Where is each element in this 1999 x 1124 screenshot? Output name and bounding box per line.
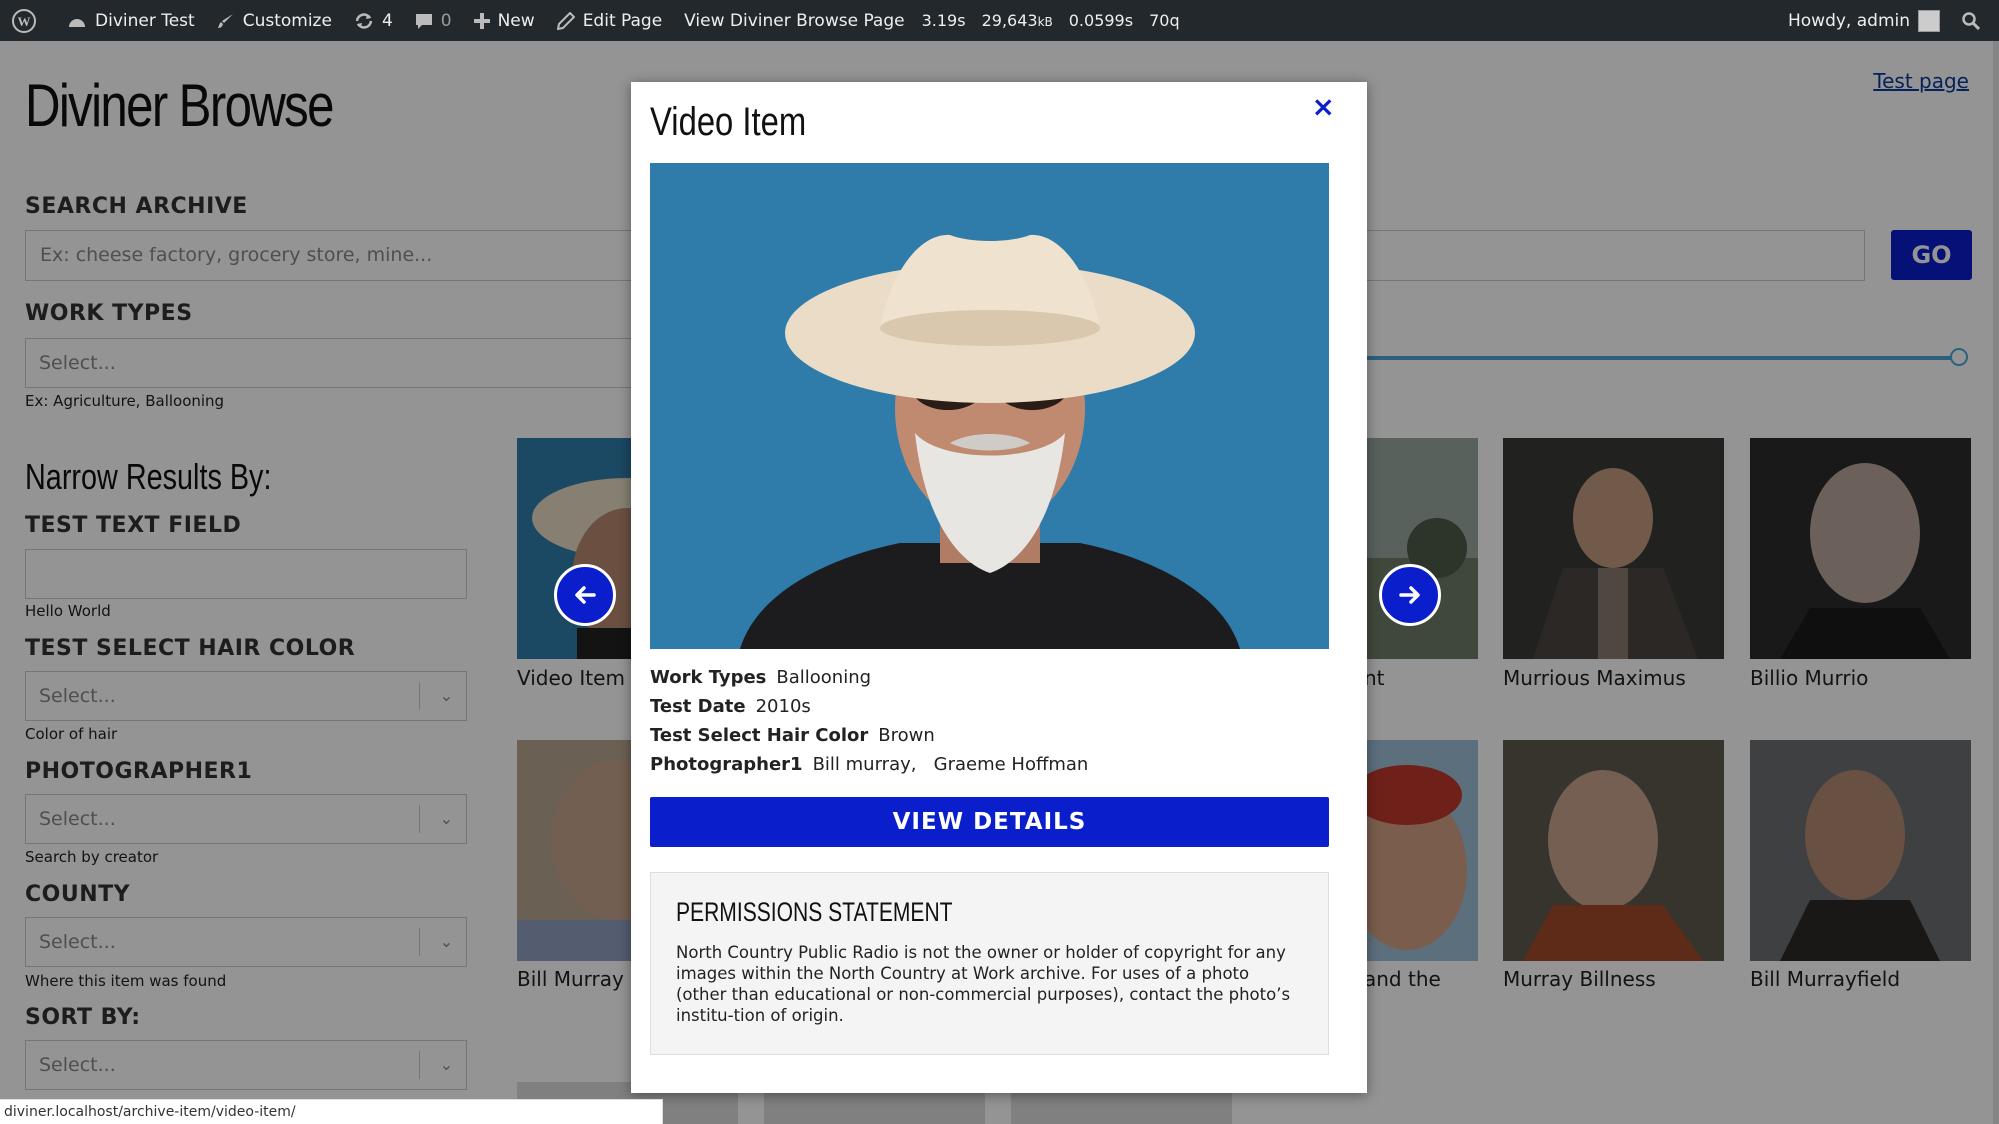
meta-row: Photographer1 Bill murray, Graeme Hoffman bbox=[650, 754, 1089, 775]
comments-link[interactable]: 0 bbox=[404, 0, 463, 41]
brush-icon bbox=[217, 13, 233, 28]
pencil-icon bbox=[556, 11, 575, 30]
query-monitor-stats[interactable]: 3.19s 29,643kB 0.0599s 70q bbox=[916, 0, 1191, 41]
updates-link[interactable]: 4 bbox=[343, 0, 404, 41]
wordpress-logo-icon[interactable]: W bbox=[0, 0, 56, 41]
stat-db-time: 0.0599s bbox=[1068, 11, 1134, 30]
meta-row: Test Select Hair Color Brown bbox=[650, 725, 935, 746]
item-image bbox=[650, 163, 1329, 649]
meta-value: Brown bbox=[878, 725, 935, 746]
site-name-label: Diviner Test bbox=[95, 10, 195, 31]
customize-label: Customize bbox=[242, 10, 332, 31]
site-name-menu[interactable]: Diviner Test bbox=[56, 0, 206, 41]
meta-value: 2010s bbox=[755, 696, 811, 717]
browser-status-bar: diviner.localhost/archive-item/video-ite… bbox=[0, 1099, 663, 1124]
permissions-text: North Country Public Radio is not the ow… bbox=[676, 943, 1291, 1025]
avatar bbox=[1918, 9, 1940, 32]
my-account-menu[interactable]: Howdy, admin bbox=[1777, 0, 1951, 41]
meta-row: Work Types Ballooning bbox=[650, 667, 872, 688]
comments-count: 0 bbox=[440, 10, 452, 31]
updates-count: 4 bbox=[381, 10, 393, 31]
permissions-title: PERMISSIONS STATEMENT bbox=[676, 897, 953, 927]
plus-icon bbox=[473, 12, 490, 29]
admin-bar-right: Howdy, admin bbox=[1777, 0, 1999, 41]
refresh-icon bbox=[355, 12, 373, 29]
edit-page-link[interactable]: Edit Page bbox=[546, 0, 673, 41]
stat-memory: 29,643kB bbox=[981, 11, 1053, 30]
item-modal: Video Item × Work Types Ballooning Test D… bbox=[631, 82, 1367, 1093]
arrow-left-icon[interactable] bbox=[554, 564, 616, 626]
stat-time: 3.19s bbox=[921, 11, 966, 30]
howdy-label: Howdy, admin bbox=[1787, 10, 1910, 31]
stat-queries: 70q bbox=[1149, 11, 1180, 30]
close-icon[interactable]: × bbox=[1312, 90, 1335, 123]
edit-page-label: Edit Page bbox=[582, 10, 663, 31]
search-icon bbox=[1962, 11, 1980, 30]
meta-value[interactable]: Ballooning bbox=[776, 667, 871, 688]
admin-search-button[interactable] bbox=[1951, 0, 1999, 41]
view-page-label: View Diviner Browse Page bbox=[684, 10, 905, 31]
permissions-box: PERMISSIONS STATEMENT North Country Publ… bbox=[650, 872, 1329, 1055]
arrow-right-icon[interactable] bbox=[1379, 564, 1441, 626]
new-content-menu[interactable]: New bbox=[463, 0, 546, 41]
meta-row: Test Date 2010s bbox=[650, 696, 811, 717]
comment-icon bbox=[415, 13, 432, 29]
meta-value[interactable]: Bill murray, Graeme Hoffman bbox=[813, 754, 1089, 775]
customize-link[interactable]: Customize bbox=[206, 0, 343, 41]
new-label: New bbox=[497, 10, 535, 31]
view-details-button[interactable]: VIEW DETAILS bbox=[650, 797, 1329, 847]
view-page-link[interactable]: View Diviner Browse Page bbox=[673, 0, 915, 41]
svg-text:W: W bbox=[18, 14, 31, 29]
modal-title: Video Item bbox=[650, 100, 807, 144]
dashboard-icon bbox=[69, 18, 85, 27]
admin-bar: W Diviner Test Customize 4 0 New Edit Pa… bbox=[0, 0, 1999, 41]
